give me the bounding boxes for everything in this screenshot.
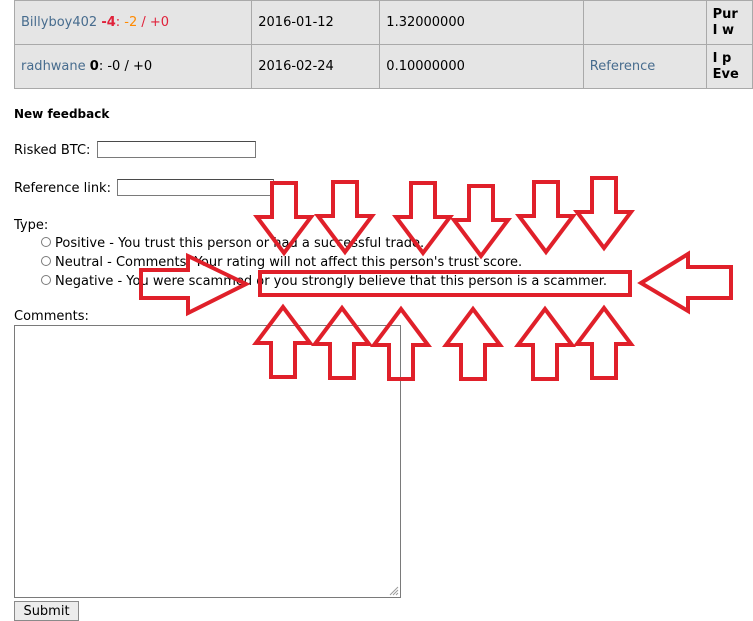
down-arrow-icon [452,184,510,258]
radio-neutral[interactable] [41,256,51,266]
table-row: Billyboy402 -4: -2 / +0 2016-01-12 1.320… [13,0,753,45]
reference-cell [582,0,707,45]
resize-grip-icon[interactable] [388,585,399,596]
option-negative: Negative - You were scammed or you stron… [55,274,608,289]
risked-cell: 0.10000000 [379,44,584,89]
user-cell: radhwane 0: -0 / +0 [13,44,253,89]
user-cell: Billyboy402 -4: -2 / +0 [13,0,253,45]
trust-score: -4: -2 / +0 [101,15,170,30]
user-link[interactable]: Billyboy402 [21,15,97,30]
type-label: Type: [14,218,49,233]
up-arrow-icon [516,307,574,381]
comment-cell: I p Eve [705,44,753,89]
submit-button[interactable]: Submit [14,601,79,621]
reference-link[interactable]: Reference [590,59,655,74]
radio-positive[interactable] [41,237,51,247]
date-cell: 2016-02-24 [251,44,381,89]
up-arrow-icon [444,307,502,381]
down-arrow-icon [517,180,575,254]
form-title: New feedback [14,107,110,121]
reference-link-input[interactable] [117,179,274,196]
comment-cell: Pur I w [705,0,753,45]
user-link[interactable]: radhwane [21,59,86,74]
option-neutral: Neutral - Comments. Your rating will not… [55,255,523,270]
risked-label: Risked BTC: [14,143,91,158]
radio-negative[interactable] [41,275,51,285]
reference-cell: Reference [582,44,707,89]
comments-textarea[interactable] [14,325,401,598]
comments-label: Comments: [14,309,89,324]
date-cell: 2016-01-12 [251,0,381,45]
reference-label: Reference link: [14,181,111,196]
left-arrow-icon [637,250,733,315]
risked-cell: 1.32000000 [379,0,584,45]
risked-btc-input[interactable] [97,141,256,158]
option-positive: Positive - You trust this person or had … [55,236,425,251]
up-arrow-icon [575,306,633,380]
trust-score: 0: -0 / +0 [89,59,153,74]
table-row: radhwane 0: -0 / +0 2016-02-24 0.1000000… [13,44,753,89]
down-arrow-icon [575,176,633,250]
feedback-table: Billyboy402 -4: -2 / +0 2016-01-12 1.320… [13,0,753,89]
